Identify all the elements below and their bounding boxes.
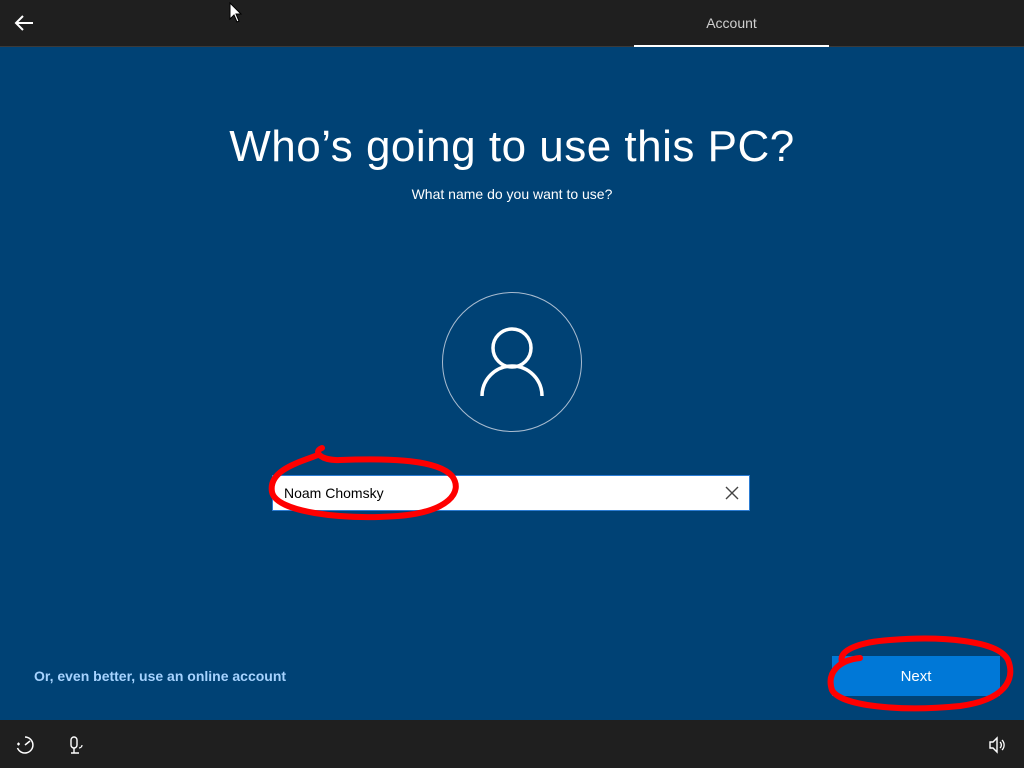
- top-bar: Account: [0, 0, 1024, 47]
- ease-of-access-button[interactable]: [14, 734, 36, 756]
- main-panel: Who’s going to use this PC? What name do…: [0, 47, 1024, 720]
- back-arrow-icon: [14, 15, 33, 31]
- close-icon: [725, 486, 739, 500]
- page-title: Who’s going to use this PC?: [229, 122, 795, 171]
- bottom-bar: [0, 720, 1024, 768]
- name-field: [272, 475, 750, 511]
- tab-account[interactable]: Account: [634, 0, 829, 46]
- volume-icon: [989, 736, 1005, 754]
- back-button[interactable]: [6, 6, 42, 40]
- online-account-link[interactable]: Or, even better, use an online account: [34, 668, 286, 684]
- microphone-button[interactable]: [64, 734, 86, 756]
- microphone-icon: [70, 736, 83, 754]
- clear-button[interactable]: [723, 484, 741, 502]
- volume-button[interactable]: [986, 734, 1008, 756]
- next-button[interactable]: Next: [832, 656, 1000, 696]
- mouse-cursor-icon: [229, 2, 243, 23]
- avatar: [442, 292, 582, 432]
- page-subtitle: What name do you want to use?: [411, 186, 613, 202]
- name-input[interactable]: [273, 476, 713, 510]
- ease-of-access-icon: [16, 736, 34, 754]
- user-icon: [480, 327, 544, 397]
